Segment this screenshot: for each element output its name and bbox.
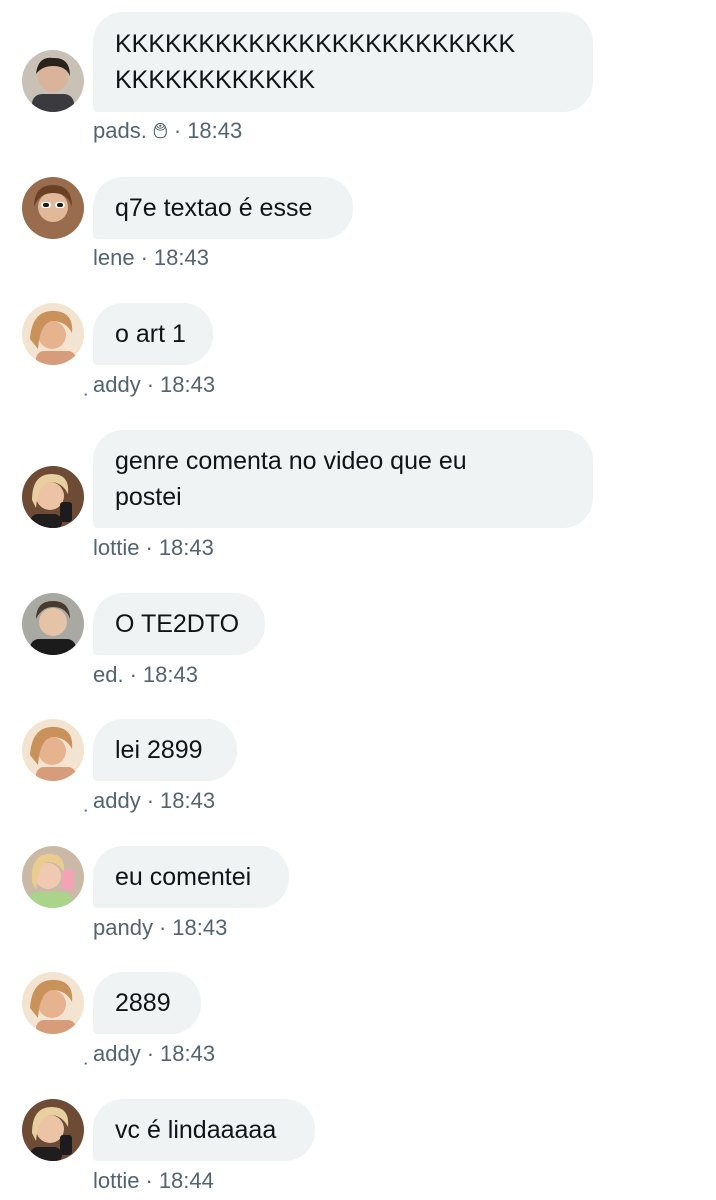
message-bubble[interactable]: lei 2899 (93, 719, 237, 781)
message-bubble[interactable]: vc é lindaaaaa (93, 1099, 315, 1161)
message-meta: pads. ࿉ · 18:43 (93, 118, 243, 143)
avatar-dark-hair-icon[interactable] (22, 593, 84, 655)
message-bubble[interactable]: o art 1 (93, 303, 213, 365)
avatar-blonde-phone-icon[interactable] (22, 466, 84, 528)
message-meta: lottie · 18:43 (93, 535, 214, 560)
message-bubble[interactable]: eu comentei (93, 846, 289, 908)
author-name[interactable]: ̣addy (93, 372, 141, 397)
message-meta: pandy · 18:43 (93, 915, 228, 940)
timestamp: 18:43 (160, 372, 216, 397)
timestamp: 18:43 (172, 915, 228, 940)
message-meta: lene · 18:43 (93, 245, 209, 270)
author-name[interactable]: pads. ࿉ (93, 118, 168, 143)
message-meta: ̣addy · 18:43 (93, 372, 216, 397)
author-name[interactable]: ̣addy (93, 1041, 141, 1066)
avatar-green-shirt-icon[interactable] (22, 846, 84, 908)
timestamp: 18:43 (187, 118, 243, 143)
message-meta: lottie · 18:44 (93, 1168, 214, 1193)
message-meta: ed. · 18:43 (93, 662, 198, 687)
timestamp: 18:43 (142, 662, 198, 687)
message-meta: ̣addy · 18:43 (93, 1041, 216, 1066)
timestamp: 18:44 (158, 1168, 214, 1193)
message-bubble[interactable]: q7e textao é esse (93, 177, 353, 239)
author-name[interactable]: lottie (93, 535, 139, 560)
author-name[interactable]: lene (93, 245, 135, 270)
avatar-sunglasses-icon[interactable] (22, 177, 84, 239)
avatar-blonde-icon[interactable] (22, 303, 84, 365)
avatar-blonde-phone-icon[interactable] (22, 1099, 84, 1161)
timestamp: 18:43 (158, 535, 214, 560)
author-name[interactable]: lottie (93, 1168, 139, 1193)
message-bubble[interactable]: O TE2DTO (93, 593, 265, 655)
message-meta: ̣addy · 18:43 (93, 788, 216, 813)
avatar-blonde-icon[interactable] (22, 972, 84, 1034)
author-name[interactable]: ̣addy (93, 788, 141, 813)
author-name[interactable]: pandy (93, 915, 153, 940)
avatar-dark-hair-icon[interactable] (22, 50, 84, 112)
author-name[interactable]: ed. (93, 662, 124, 687)
message-bubble[interactable]: genre comenta no video que eu postei (93, 430, 593, 528)
avatar-blonde-icon[interactable] (22, 719, 84, 781)
timestamp: 18:43 (160, 788, 216, 813)
timestamp: 18:43 (160, 1041, 216, 1066)
message-bubble[interactable]: KKKKKKKKKKKKKKKKKKKKKKKK KKKKKKKKKKKK (93, 12, 593, 112)
message-bubble[interactable]: 2889 (93, 972, 201, 1034)
timestamp: 18:43 (153, 245, 209, 270)
